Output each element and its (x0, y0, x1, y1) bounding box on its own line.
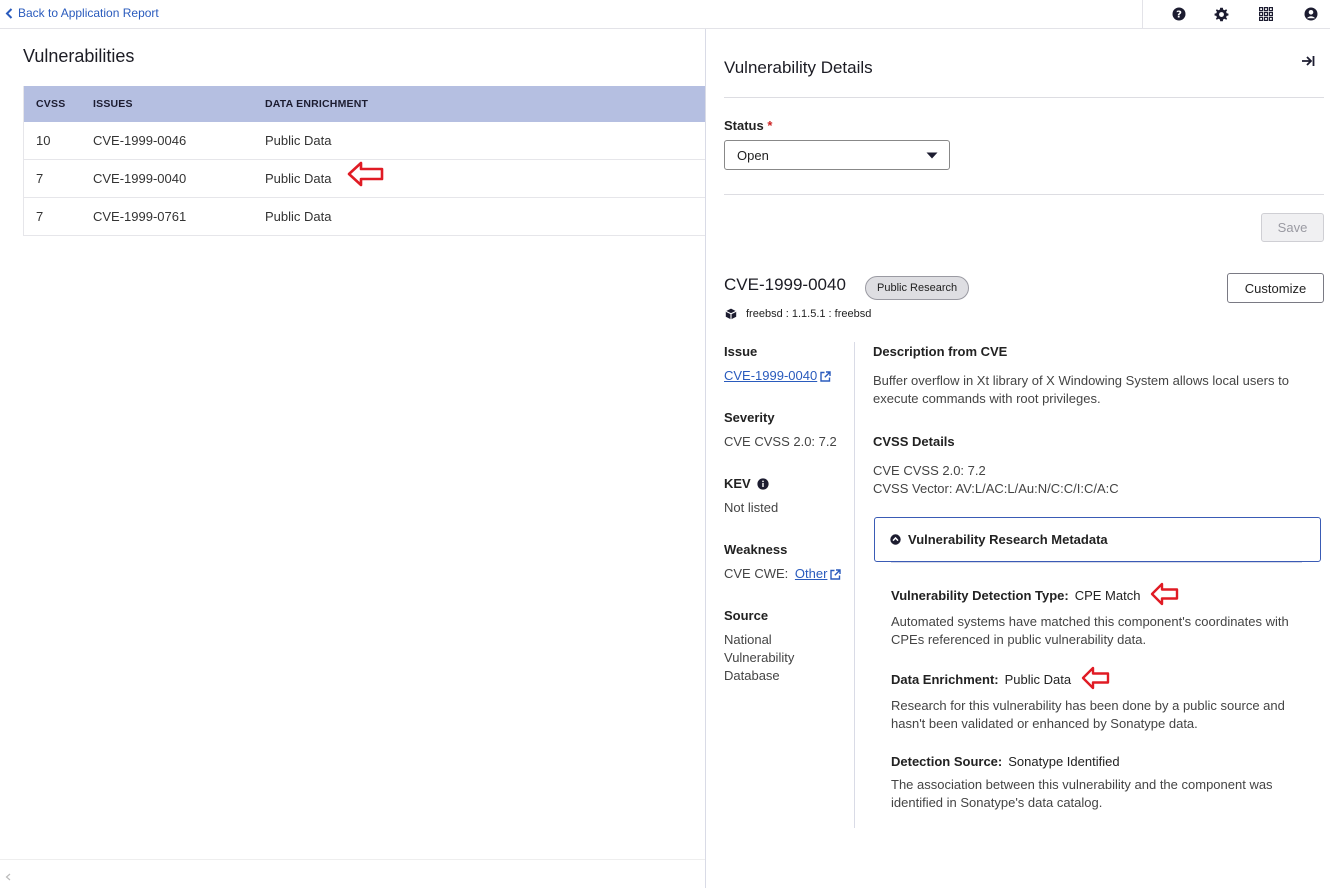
cell-enrichment: Public Data (265, 209, 332, 224)
collapse-panel-icon[interactable] (1301, 55, 1315, 67)
top-bar: Back to Application Report ? (0, 0, 1330, 29)
cell-issue: CVE-1999-0761 (93, 209, 187, 224)
column-header-data-enrichment[interactable]: DATA ENRICHMENT (253, 98, 368, 110)
severity-heading: Severity (724, 410, 775, 425)
weakness-link[interactable]: Other (795, 565, 842, 583)
table-row[interactable]: 7 CVE-1999-0040 Public Data (24, 160, 706, 198)
description-text: Buffer overflow in Xt library of X Windo… (873, 373, 1289, 406)
data-enrichment-value: Public Data (1004, 671, 1072, 687)
cell-issue: CVE-1999-0040 (93, 171, 187, 186)
cell-issue: CVE-1999-0046 (93, 133, 187, 148)
vulnerabilities-panel: Vulnerabilities CVSS ISSUES DATA ENRICHM… (0, 29, 706, 888)
status-label: Status * (724, 118, 772, 133)
cell-enrichment: Public Data (265, 171, 332, 186)
back-link-label: Back to Application Report (18, 6, 159, 20)
cell-cvss: 7 (36, 171, 44, 186)
status-select-value: Open (737, 147, 769, 163)
source-heading: Source (724, 608, 769, 623)
svg-text:?: ? (1176, 10, 1182, 21)
source-section: Source National Vulnerability Database (724, 608, 824, 685)
help-icon[interactable]: ? (1170, 5, 1188, 23)
customize-button[interactable]: Customize (1227, 273, 1324, 303)
cvss-details-values: CVE CVSS 2.0: 7.2 CVSS Vector: AV:L/AC:L… (873, 462, 1318, 498)
detection-type-item: Vulnerability Detection Type: CPE Match … (891, 582, 1311, 649)
description-heading: Description from CVE (873, 344, 1008, 359)
cell-cvss: 10 (36, 133, 51, 148)
status-select[interactable]: Open (724, 140, 950, 170)
column-header-cvss[interactable]: CVSS (24, 98, 81, 110)
issue-link[interactable]: CVE-1999-0040 (724, 367, 831, 385)
arrow-left-annotation-icon (1150, 582, 1180, 606)
chevron-left-icon (5, 7, 13, 19)
required-marker: * (767, 118, 773, 133)
divider (724, 97, 1324, 98)
arrow-left-annotation-icon (347, 161, 385, 187)
scroll-left-icon[interactable] (5, 873, 11, 881)
severity-value: CVE CVSS 2.0: 7.2 (724, 434, 837, 449)
cvss-vector-line: CVSS Vector: AV:L/AC:L/Au:N/C:C/I:C/A:C (873, 481, 1119, 496)
table-row[interactable]: 7 CVE-1999-0761 Public Data (24, 198, 706, 236)
cve-title: CVE-1999-0040 (724, 275, 846, 294)
page-title: Vulnerabilities (23, 46, 135, 66)
detection-type-label: Vulnerability Detection Type: (891, 587, 1069, 603)
research-metadata-toggle[interactable]: Vulnerability Research Metadata (874, 517, 1321, 562)
kev-heading: KEV (724, 476, 751, 491)
package-icon (725, 308, 737, 320)
column-header-issues[interactable]: ISSUES (81, 98, 253, 110)
data-enrichment-label: Data Enrichment: (891, 671, 999, 687)
severity-section: Severity CVE CVSS 2.0: 7.2 (724, 410, 837, 451)
divider (724, 194, 1324, 195)
arrow-left-annotation-icon (1081, 666, 1111, 690)
top-divider (1142, 0, 1143, 28)
issue-heading: Issue (724, 344, 758, 359)
column-divider (854, 342, 855, 828)
back-to-report-link[interactable]: Back to Application Report (5, 6, 159, 20)
coordinates-text: freebsd : 1.1.5.1 : freebsd (746, 308, 872, 320)
cvss-score-line: CVE CVSS 2.0: 7.2 (873, 463, 986, 478)
gear-icon[interactable] (1212, 5, 1230, 23)
table-row[interactable]: 10 CVE-1999-0046 Public Data (24, 122, 706, 160)
kev-value: Not listed (724, 500, 779, 515)
data-enrichment-description: Research for this vulnerability has been… (891, 698, 1285, 731)
caret-down-icon (926, 152, 938, 159)
user-icon[interactable] (1302, 5, 1320, 23)
detection-source-value: Sonatype Identified (1008, 754, 1120, 769)
weakness-heading: Weakness (724, 542, 788, 557)
cvss-details-heading: CVSS Details (873, 434, 955, 449)
detection-source-item: Detection Source: Sonatype Identified Th… (891, 754, 1311, 812)
data-enrichment-item: Data Enrichment: Public Data Research fo… (891, 666, 1311, 733)
external-link-icon (830, 568, 842, 580)
issue-link-text: CVE-1999-0040 (724, 368, 818, 383)
status-label-text: Status (724, 118, 764, 133)
detection-source-description: The association between this vulnerabili… (891, 777, 1273, 810)
weakness-prefix: CVE CWE: (724, 566, 789, 581)
info-icon[interactable] (757, 477, 769, 490)
chevron-up-icon (890, 534, 901, 545)
divider (891, 562, 1302, 563)
component-coordinates: freebsd : 1.1.5.1 : freebsd (725, 308, 871, 320)
kev-section: KEV Not listed (724, 476, 778, 517)
vulnerabilities-table: CVSS ISSUES DATA ENRICHMENT 10 CVE-1999-… (23, 86, 706, 236)
grid-icon[interactable] (1257, 5, 1275, 23)
research-metadata-label: Vulnerability Research Metadata (908, 532, 1108, 547)
cell-enrichment: Public Data (265, 133, 332, 148)
save-button[interactable]: Save (1261, 213, 1324, 242)
issue-section: Issue CVE-1999-0040 (724, 344, 831, 385)
cell-enrichment-wrap: Public Data (253, 161, 384, 187)
divider (0, 859, 706, 860)
weakness-link-text: Other (794, 566, 828, 581)
detection-source-label: Detection Source: (891, 754, 1003, 769)
weakness-section: Weakness CVE CWE: Other (724, 542, 842, 583)
detection-type-description: Automated systems have matched this comp… (891, 614, 1289, 647)
cell-cvss: 7 (36, 209, 44, 224)
details-title: Vulnerability Details (724, 58, 873, 77)
table-header: CVSS ISSUES DATA ENRICHMENT (24, 86, 706, 122)
source-value: National Vulnerability Database (724, 632, 795, 683)
detection-type-value: CPE Match (1074, 587, 1141, 603)
public-research-badge: Public Research (865, 276, 970, 300)
vulnerability-details-panel: Vulnerability Details Status * Open Save… (705, 29, 1330, 888)
external-link-icon (820, 370, 831, 382)
